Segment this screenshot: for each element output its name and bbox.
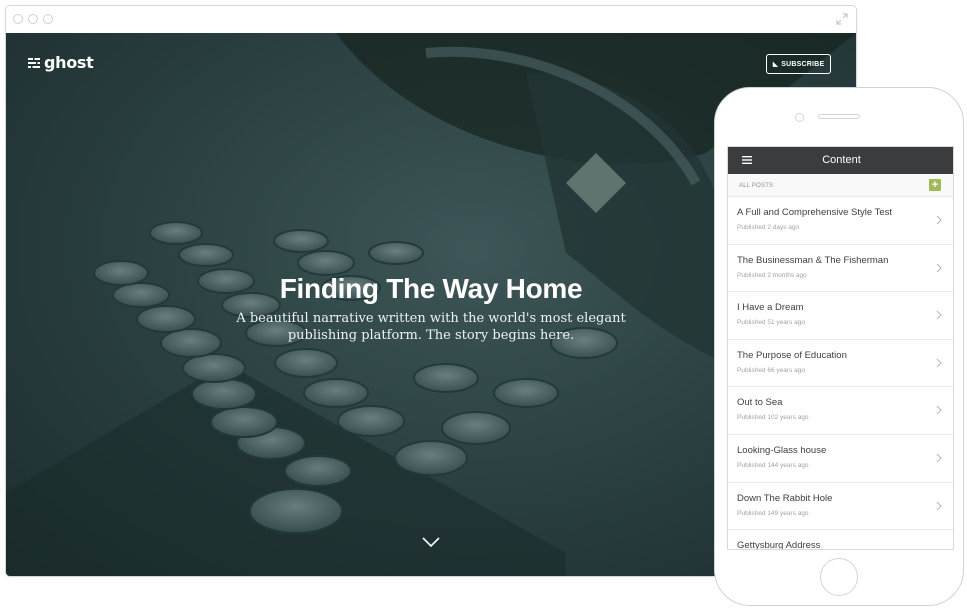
chevron-down-icon[interactable] [422,536,440,548]
post-title: I Have a Dream [737,302,804,314]
post-title: The Businessman & The Fisherman [737,254,889,266]
post-list-item[interactable]: The Purpose of Education Published 66 ye… [728,340,953,388]
mobile-header-title: Content [822,154,861,166]
mobile-header: Content [728,147,953,174]
post-list: A Full and Comprehensive Style Test Publ… [728,197,953,550]
post-published-date: Published 66 years ago [737,366,805,374]
post-list-item[interactable]: A Full and Comprehensive Style Test Publ… [728,197,953,245]
hero-subtitle: A beautiful narrative written with the w… [236,311,626,343]
all-posts-label: ALL POSTS [739,183,774,189]
post-title: Gettysburg Address [737,540,821,550]
post-list-item[interactable]: I Have a Dream Published 51 years ago [728,292,953,340]
chevron-right-icon [936,263,942,272]
post-published-date: Published 102 years ago [737,414,809,422]
expand-icon[interactable] [836,13,848,25]
window-maximize-button[interactable] [43,14,53,24]
phone-home-button[interactable] [820,558,858,596]
chevron-right-icon [936,310,942,320]
browser-titlebar [6,6,856,34]
post-published-date: Published 2 months ago [737,271,807,279]
post-title: Looking-Glass house [737,444,827,456]
post-list-item[interactable]: Gettysburg Address [728,530,953,550]
chevron-right-icon [936,405,942,415]
subscribe-label: SUBSCRIBE [781,60,825,68]
chevron-right-icon [936,215,942,225]
add-post-button[interactable]: + [929,179,941,191]
post-list-item[interactable]: Down The Rabbit Hole Published 149 years… [728,483,953,531]
window-close-button[interactable] [13,14,23,24]
ghost-logo-icon [28,57,40,68]
subscribe-button[interactable]: ◣ SUBSCRIBE [766,54,831,74]
chevron-right-icon [936,501,942,510]
ghost-logo[interactable]: ghost [28,53,94,72]
post-title: The Purpose of Education [737,349,847,361]
post-list-item[interactable]: Looking-Glass house Published 144 years … [728,435,953,483]
logo-text: ghost [44,53,94,72]
post-published-date: Published 51 years ago [737,319,805,327]
post-title: Out to Sea [737,397,783,409]
phone-speaker [818,114,860,119]
post-published-date: Published 149 years ago [737,509,809,517]
all-posts-header: ALL POSTS + [728,174,953,197]
rss-icon: ◣ [772,61,779,68]
phone-device: Content ALL POSTS + A Full and Comprehen… [714,87,964,606]
post-published-date: Published 144 years ago [737,461,809,469]
post-title: A Full and Comprehensive Style Test [737,207,893,218]
post-list-item[interactable]: Out to Sea Published 102 years ago [728,387,953,435]
chevron-right-icon [936,453,942,463]
phone-camera [795,113,804,122]
phone-screen: Content ALL POSTS + A Full and Comprehen… [727,146,954,550]
post-published-date: Published 2 days ago [737,224,800,231]
post-list-item[interactable]: The Businessman & The Fisherman Publishe… [728,245,953,293]
window-minimize-button[interactable] [28,14,38,24]
post-title: Down The Rabbit Hole [737,492,833,504]
chevron-right-icon [936,358,942,368]
